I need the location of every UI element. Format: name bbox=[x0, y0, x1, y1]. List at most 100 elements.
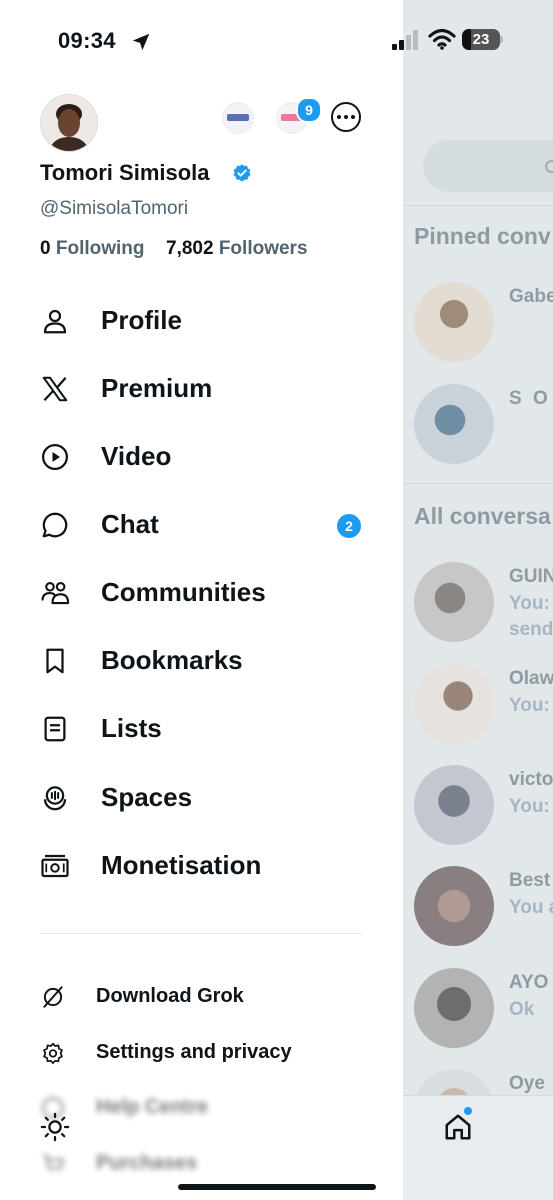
menu-item-video[interactable]: Video bbox=[40, 438, 362, 478]
avatar bbox=[414, 866, 494, 946]
menu-item-label: Premium bbox=[101, 373, 213, 403]
avatar bbox=[414, 562, 494, 642]
profile-photo bbox=[41, 95, 97, 151]
pinned-conversation-row: Gabe bbox=[414, 282, 553, 362]
x-logo-icon bbox=[42, 376, 68, 402]
menu-item-label: Spaces bbox=[101, 782, 193, 812]
menu-item-settings[interactable]: Settings and privacy bbox=[40, 1036, 362, 1070]
list-icon bbox=[44, 716, 66, 742]
menu-item-download-grok[interactable]: Download Grok bbox=[40, 980, 362, 1014]
menu-item-label: Video bbox=[101, 441, 172, 471]
conversation-name: AYO bbox=[509, 972, 549, 993]
messages-search-bar bbox=[423, 140, 553, 192]
menu-item-label: Bookmarks bbox=[101, 645, 243, 675]
menu-item-label: Settings and privacy bbox=[96, 1041, 292, 1063]
avatar bbox=[414, 384, 494, 464]
cart-icon bbox=[43, 1154, 64, 1170]
conversation-name: GUIN bbox=[509, 566, 553, 587]
conversation-row: GUIN You: send bbox=[414, 562, 553, 642]
menu-item-bookmarks[interactable]: Bookmarks bbox=[40, 642, 362, 682]
followers-count: 7,802 bbox=[166, 238, 214, 259]
home-indicator bbox=[178, 1184, 376, 1190]
money-icon bbox=[41, 854, 69, 878]
location-arrow-icon bbox=[132, 33, 150, 51]
conversation-name: Oye bbox=[509, 1073, 545, 1094]
home-icon bbox=[445, 1114, 471, 1140]
menu-item-label: Communities bbox=[101, 577, 266, 607]
avatar bbox=[414, 765, 494, 845]
menu-item-label: Chat bbox=[101, 509, 159, 539]
switch-account-button[interactable] bbox=[222, 102, 254, 134]
battery-percent: 23 bbox=[472, 31, 490, 48]
person-icon bbox=[43, 309, 67, 334]
cellular-signal-icon bbox=[392, 30, 418, 50]
menu-item-label: Purchases bbox=[96, 1152, 198, 1174]
conversation-preview: You a bbox=[509, 897, 553, 918]
chat-unread-badge: 2 bbox=[337, 514, 361, 538]
all-conversations-heading: All conversa bbox=[414, 503, 551, 529]
more-options-button[interactable] bbox=[331, 102, 361, 132]
menu-item-spaces[interactable]: Spaces bbox=[40, 779, 362, 819]
following-link[interactable]: 0 Following bbox=[40, 238, 145, 260]
side-navigation-drawer: 09:34 23 9 Tomori Simisola @SimisolaTomo… bbox=[0, 0, 503, 1200]
menu-item-label: Lists bbox=[101, 713, 162, 743]
account-notification-badge: 9 bbox=[296, 97, 322, 123]
profile-handle: @SimisolaTomori bbox=[40, 198, 189, 219]
menu-item-profile[interactable]: Profile bbox=[40, 302, 362, 342]
spaces-icon bbox=[43, 786, 67, 811]
pinned-conversations-heading: Pinned conv bbox=[414, 223, 551, 249]
menu-item-purchases[interactable]: Purchases bbox=[40, 1147, 362, 1181]
conversation-preview: You: bbox=[509, 796, 550, 817]
divider bbox=[403, 483, 553, 484]
avatar bbox=[414, 282, 494, 362]
avatar bbox=[414, 968, 494, 1048]
search-icon bbox=[545, 160, 553, 173]
following-label: Following bbox=[55, 238, 145, 259]
conversation-preview: send bbox=[509, 619, 553, 640]
conversation-preview: You: bbox=[509, 593, 550, 614]
menu-item-label: Profile bbox=[101, 305, 182, 335]
conversation-preview: You: bbox=[509, 695, 550, 716]
avatar[interactable] bbox=[40, 94, 98, 152]
menu-item-label: Monetisation bbox=[101, 850, 262, 880]
menu-item-label: Download Grok bbox=[96, 985, 244, 1007]
battery-cap bbox=[500, 36, 503, 43]
gear-icon bbox=[43, 1042, 63, 1064]
communities-icon bbox=[41, 581, 70, 605]
menu-item-help-centre[interactable]: Help Centre bbox=[40, 1091, 362, 1125]
verified-badge-icon bbox=[233, 164, 251, 182]
menu-item-chat[interactable]: Chat 2 bbox=[40, 506, 362, 546]
menu-item-lists[interactable]: Lists bbox=[40, 710, 362, 750]
menu-item-premium[interactable]: Premium bbox=[40, 370, 362, 410]
conversation-name: Olaw bbox=[509, 668, 553, 689]
followers-link[interactable]: 7,802 Followers bbox=[166, 238, 308, 260]
battery-indicator: 23 bbox=[462, 29, 500, 50]
notification-dot bbox=[464, 1107, 472, 1115]
bookmark-icon bbox=[46, 648, 64, 674]
wifi-icon bbox=[428, 28, 456, 50]
menu-item-monetisation[interactable]: Monetisation bbox=[40, 847, 362, 887]
menu-divider bbox=[40, 933, 362, 934]
play-icon bbox=[42, 444, 68, 470]
chat-bubble-icon bbox=[42, 512, 68, 538]
pinned-conversation-row: S O J bbox=[414, 384, 553, 464]
followers-label: Followers bbox=[218, 238, 308, 259]
conversation-name: victo bbox=[509, 769, 553, 790]
status-time: 09:34 bbox=[58, 28, 116, 53]
profile-name[interactable]: Tomori Simisola bbox=[40, 160, 210, 186]
conversation-row: AYO Ok bbox=[414, 968, 553, 1048]
sun-icon[interactable] bbox=[40, 1112, 70, 1142]
avatar bbox=[414, 664, 494, 744]
divider bbox=[403, 205, 553, 206]
menu-item-label: Help Centre bbox=[96, 1096, 209, 1118]
conversation-row: Olaw You: bbox=[414, 664, 553, 744]
conversation-row: Best You a bbox=[414, 866, 553, 946]
menu-item-communities[interactable]: Communities bbox=[40, 574, 362, 614]
conversation-name: Best bbox=[509, 870, 551, 891]
account-logo bbox=[227, 114, 249, 121]
following-count: 0 bbox=[40, 238, 51, 259]
messages-background-panel: Pinned conv Gabe S O J All conversa GUIN… bbox=[403, 0, 553, 1200]
conversation-preview: Ok bbox=[509, 999, 535, 1020]
conversation-name: Gabe bbox=[509, 286, 553, 307]
conversation-row: victo You: bbox=[414, 765, 553, 845]
